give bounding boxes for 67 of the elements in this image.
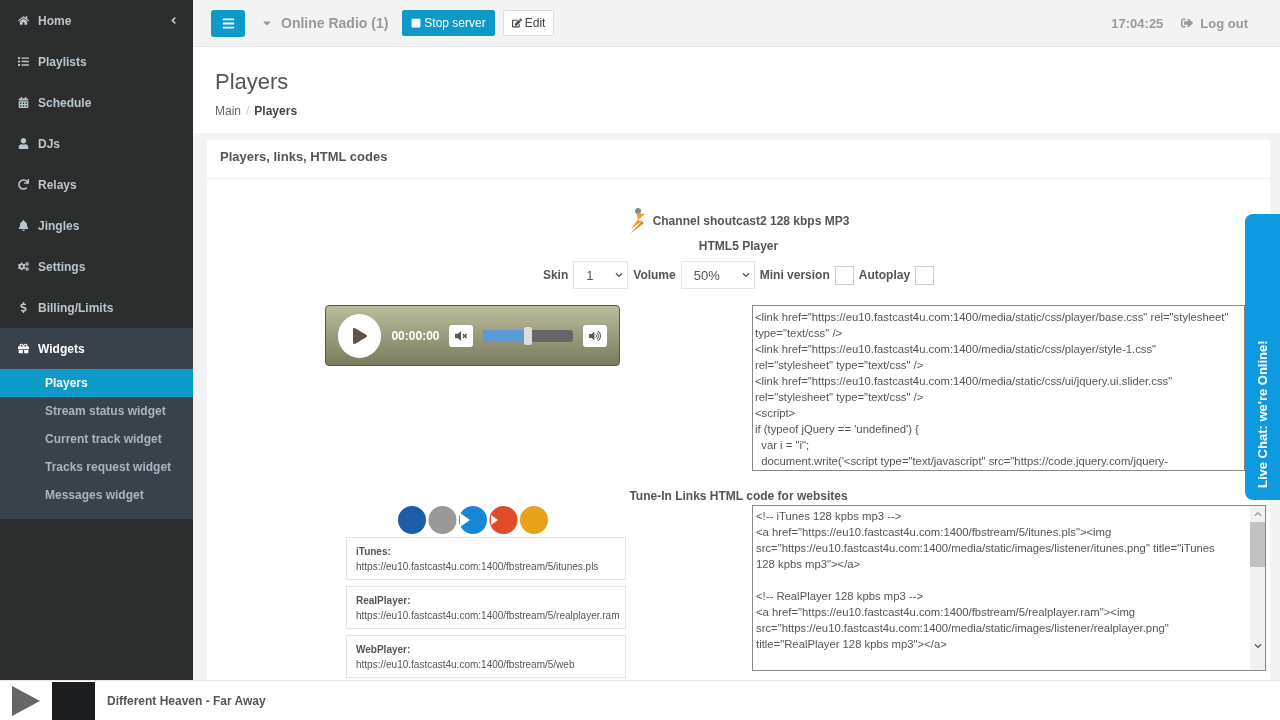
player-name: iTunes:	[356, 545, 392, 559]
sidebar-icon	[18, 261, 29, 272]
album-art-placeholder	[52, 681, 95, 720]
player-name: WebPlayer:	[356, 643, 412, 657]
clock: 17:04:25	[1111, 15, 1164, 31]
sidebar-icon	[18, 97, 29, 108]
scrollbar[interactable]	[1250, 506, 1265, 670]
edit-button[interactable]: Edit	[502, 10, 555, 37]
channel-title: Channel shoutcast2 128 kbps MP3	[652, 214, 850, 228]
volume-handle[interactable]	[524, 326, 533, 345]
page-title: Players	[215, 69, 290, 96]
time-display: 00:00:00	[391, 328, 440, 343]
breadcrumb-item: Players	[254, 104, 298, 119]
sidebar-icon	[18, 302, 29, 313]
scroll-down-icon[interactable]	[1253, 642, 1262, 650]
chevron-down-icon	[741, 271, 750, 279]
volume-select[interactable]: 50%	[680, 261, 755, 289]
sidebar-icon	[18, 343, 29, 354]
breadcrumb-item[interactable]: Main	[215, 104, 241, 119]
volume-slider[interactable]	[483, 329, 574, 342]
sidebar-item[interactable]: DJs	[0, 123, 193, 164]
skin-label: Skin	[542, 268, 569, 282]
volume-label: Volume	[633, 268, 676, 282]
mini-version-label: Mini version	[759, 268, 830, 282]
stream-url[interactable]: https://eu10.fastcast4u.com:1400/fbstream/5/web	[356, 657, 616, 672]
player-name: RealPlayer:	[356, 594, 412, 608]
breadcrumb-separator: /	[246, 104, 250, 119]
logout-icon	[1181, 17, 1194, 30]
panel-heading: Players, links, HTML codes	[207, 140, 1270, 179]
sidebar-item[interactable]: Home	[0, 0, 193, 41]
submenu-item[interactable]: Messages widget	[0, 481, 193, 509]
sidebar-icon	[18, 220, 29, 231]
mute-icon	[455, 329, 468, 342]
autoplay-checkbox[interactable]	[915, 265, 935, 285]
menu-button[interactable]	[211, 9, 245, 37]
speaker-icon	[589, 329, 602, 342]
chevron-down-icon	[615, 271, 624, 279]
mini-version-checkbox[interactable]	[834, 265, 854, 285]
track-title: Different Heaven - Far Away	[107, 693, 266, 708]
player-type: HTML5 Player	[698, 239, 779, 253]
volume-max-button[interactable]	[583, 324, 607, 347]
scroll-up-icon[interactable]	[1253, 510, 1262, 518]
sidebar-item[interactable]: Billing/Limits	[0, 287, 193, 328]
tunein-code-field[interactable]: <!-- iTunes 128 kpbs mp3 --> <a href="https://eu10.fastcast4u.com:1400/fbstream/5/itunes.pls"><img src="https://eu10.fastcast4u.com:1400/media/static/images/listener/itunes.png" title="iTunes 128 kpbs mp3"></a> <!-- RealPlayer 128 kpbs mp3 --> <a href="https://eu10.fastcast4u.com:1400/fbstream/5/realplayer.ram"><img src="https://eu10.fastcast4u.com:1400/media/static/images/listener/realplayer.png" title="RealPlayer 128 kpbs mp3"></a>	[752, 505, 1266, 671]
stream-url[interactable]: https://eu10.fastcast4u.com:1400/fbstream/5/itunes.pls	[356, 559, 616, 574]
autoplay-label: Autoplay	[858, 268, 911, 282]
sidebar-item[interactable]: Widgets	[0, 328, 193, 369]
submenu-item[interactable]: Tracks request widget	[0, 453, 193, 481]
submenu-item[interactable]: Current track widget	[0, 425, 193, 453]
sidebar-item[interactable]: Settings	[0, 246, 193, 287]
sidebar-icon	[18, 138, 29, 149]
skin-select[interactable]: 1	[573, 261, 629, 289]
sidebar-item[interactable]: Relays	[0, 164, 193, 205]
sidebar-item[interactable]: Schedule	[0, 82, 193, 123]
menu-icon	[221, 16, 235, 30]
sidebar-icon	[18, 15, 29, 26]
submenu-item[interactable]: Stream status widget	[0, 397, 193, 425]
sidebar-icon	[18, 179, 29, 190]
sidebar-icon	[18, 56, 29, 67]
mute-button[interactable]	[449, 324, 474, 347]
sidebar-item[interactable]: Playlists	[0, 41, 193, 82]
sidebar-item[interactable]: Jingles	[0, 205, 193, 246]
tunein-heading: Tune-In Links HTML code for websites	[629, 489, 848, 503]
play-icon[interactable]	[12, 685, 40, 716]
play-icon	[351, 327, 368, 344]
edit-icon	[511, 18, 522, 29]
player-code-field[interactable]: <link href="https://eu10.fastcast4u.com:1400/media/static/css/player/base.css" rel="stylesheet" type="text/css" /> <link href="https://eu10.fastcast4u.com:1400/media/static/css/player/style-1.css" rel="stylesheet" type="text/css" /> <link href="https://eu10.fastcast4u.com:1400/media/static/css/ui/jquery.ui.slider.css" rel="stylesheet" type="text/css" /> <script> if (typeof jQuery == 'undefined') { var i = "i"; document.write('<script type="text/javascript" src="https://code.jquery.com/jquery-	[752, 305, 1245, 471]
